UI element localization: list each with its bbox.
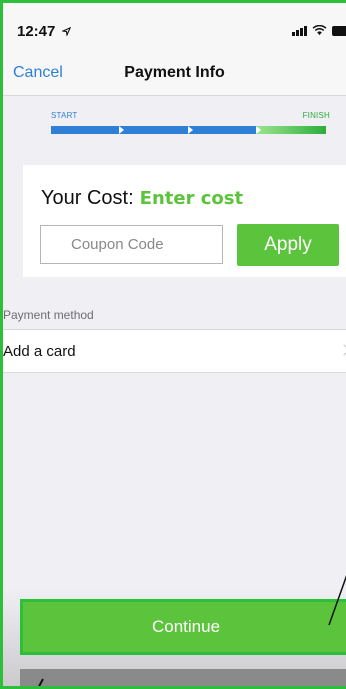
cost-value: Enter cost [139,188,244,209]
app-screen: 12:47 Cancel Payment Info START FINISH Y… [0,0,346,689]
cost-line: Your Cost: Enter cost [41,187,243,210]
apply-button[interactable]: Apply [237,224,339,266]
progress-segment-current [257,126,326,134]
progress-chevron-icon [256,126,262,134]
battery-icon [332,26,346,36]
location-arrow-icon [60,26,71,38]
cost-label: Your Cost: [41,187,134,209]
progress-track [51,126,326,134]
chevron-right-icon [338,344,346,356]
payment-method-header: Payment method [3,308,94,322]
progress-segment-complete [119,126,193,134]
home-indicator-area [20,669,346,686]
progress-segment-complete [188,126,262,134]
continue-button[interactable]: Continue [20,599,346,655]
progress-start-label: START [51,111,78,120]
page-title: Payment Info [124,64,225,81]
add-card-row[interactable]: Add a card [3,329,346,373]
cellular-signal-icon [292,25,307,36]
cost-card: Your Cost:Enter cost Apply [23,165,346,277]
progress-finish-label: FINISH [302,111,330,120]
progress-chevron-icon [187,126,193,134]
progress-segment-complete [51,126,124,134]
add-card-label: Add a card [3,343,76,360]
status-time: 12:47 [17,23,71,40]
navigation-bar: Cancel Payment Info [3,51,346,96]
status-bar: 12:47 [3,3,346,51]
status-icons [292,25,346,36]
progress-chevron-icon [118,126,124,134]
coupon-code-input[interactable] [40,225,223,264]
wifi-icon [312,25,327,36]
progress-indicator: START FINISH [3,96,346,148]
